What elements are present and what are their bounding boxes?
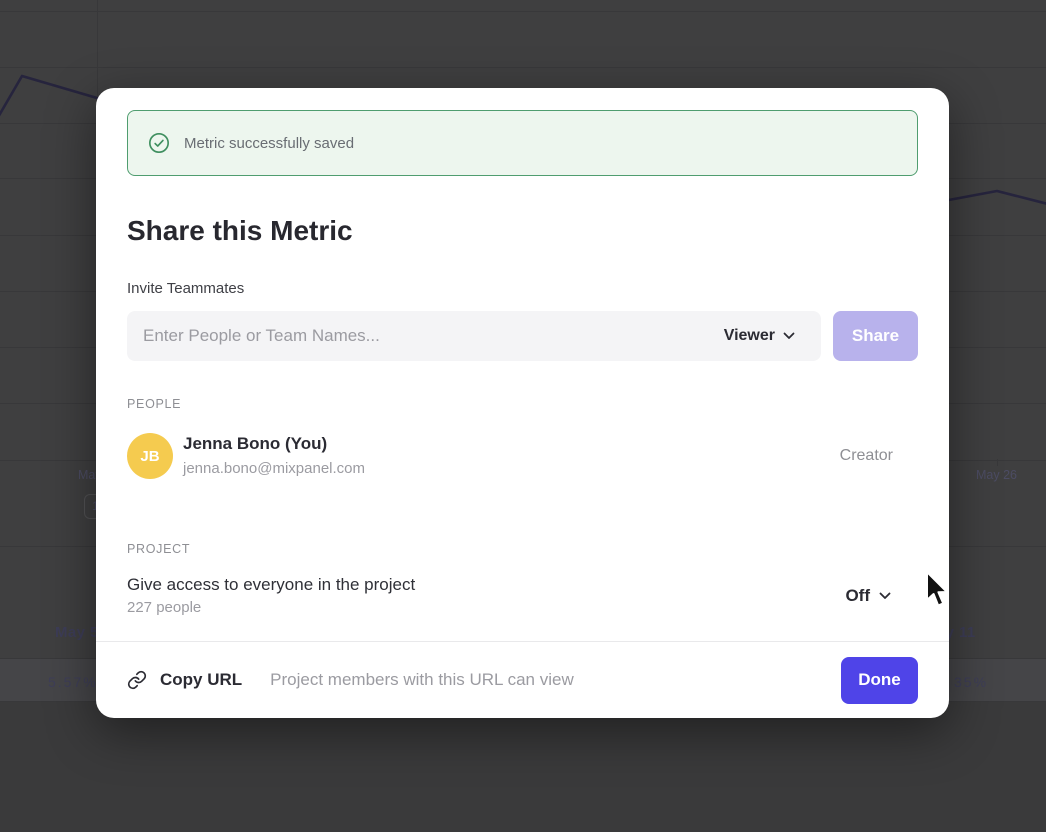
invite-teammates-label: Invite Teammates bbox=[127, 279, 918, 298]
person-role: Creator bbox=[840, 447, 893, 465]
footer-hint: Project members with this URL can view bbox=[270, 670, 574, 690]
check-circle-icon bbox=[148, 132, 170, 154]
share-metric-modal: Metric successfully saved Share this Met… bbox=[96, 88, 949, 718]
project-access-dropdown[interactable]: Off bbox=[845, 586, 891, 606]
toast-message: Metric successfully saved bbox=[184, 135, 354, 152]
project-access-title: Give access to everyone in the project bbox=[127, 574, 415, 596]
project-access-info: Give access to everyone in the project 2… bbox=[127, 574, 415, 618]
table-value: 35% bbox=[954, 674, 988, 690]
people-section-label: PEOPLE bbox=[127, 397, 918, 412]
modal-footer: Copy URL Project members with this URL c… bbox=[96, 641, 949, 718]
chevron-down-icon bbox=[783, 332, 795, 340]
person-name: Jenna Bono (You) bbox=[183, 433, 365, 455]
project-access-dropdown-value: Off bbox=[845, 586, 870, 606]
invite-people-input[interactable] bbox=[143, 326, 724, 346]
modal-title: Share this Metric bbox=[127, 214, 918, 248]
share-button[interactable]: Share bbox=[833, 311, 918, 361]
copy-url-label: Copy URL bbox=[160, 670, 242, 690]
link-icon bbox=[127, 670, 147, 690]
table-value: 5.57% bbox=[48, 674, 98, 690]
invite-row: Viewer Share bbox=[127, 311, 918, 361]
invite-input-container: Viewer bbox=[127, 311, 821, 361]
project-access-row: Give access to everyone in the project 2… bbox=[127, 574, 918, 618]
chevron-down-icon bbox=[879, 592, 891, 600]
table-date: May 5 bbox=[55, 624, 99, 641]
project-access-subtitle: 227 people bbox=[127, 598, 415, 618]
person-email: jenna.bono@mixpanel.com bbox=[183, 459, 365, 479]
x-axis-label: May 26 bbox=[976, 468, 1017, 482]
person-row: JB Jenna Bono (You) jenna.bono@mixpanel.… bbox=[127, 433, 918, 479]
project-section-label: PROJECT bbox=[127, 542, 918, 557]
done-button[interactable]: Done bbox=[841, 657, 918, 704]
role-dropdown[interactable]: Viewer bbox=[724, 327, 795, 345]
avatar: JB bbox=[127, 433, 173, 479]
role-dropdown-value: Viewer bbox=[724, 327, 775, 345]
success-toast: Metric successfully saved bbox=[127, 110, 918, 176]
person-info: Jenna Bono (You) jenna.bono@mixpanel.com bbox=[183, 433, 365, 479]
copy-url-button[interactable]: Copy URL bbox=[127, 670, 242, 690]
